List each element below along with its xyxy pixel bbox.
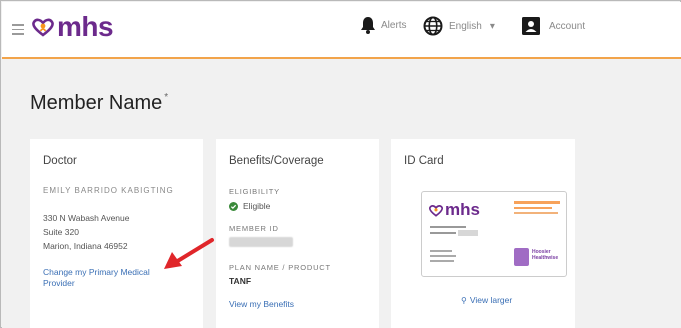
card-detail-line	[514, 201, 560, 204]
member-id-redacted	[229, 237, 293, 247]
address-line-3: Marion, Indiana 46952	[43, 241, 128, 251]
change-primary-provider-link[interactable]: Change my Primary Medical Provider	[43, 267, 168, 289]
doctor-address: 330 N Wabash Avenue Suite 320 Marion, In…	[43, 211, 129, 253]
benefits-card-title: Benefits/Coverage	[229, 155, 324, 167]
plan-name-label: PLAN NAME / PRODUCT	[229, 263, 331, 272]
mhs-logo[interactable]: mhs	[31, 11, 114, 42]
card-detail-line	[430, 226, 466, 228]
doctor-name: EMILY BARRIDO KABIGTING	[43, 186, 174, 195]
view-larger-button[interactable]: ⚲ View larger	[461, 295, 512, 306]
check-circle-icon	[229, 201, 238, 211]
card-detail-line	[430, 232, 456, 234]
address-line-2: Suite 320	[43, 227, 79, 237]
hoosier-healthwise-badge-icon	[514, 248, 529, 266]
card-program-name: Hoosier Healthwise	[532, 249, 558, 261]
mhs-heart-logo-icon	[32, 18, 54, 37]
eligibility-label: ELIGIBILITY	[229, 187, 280, 196]
card-detail-line	[430, 255, 456, 257]
hamburger-menu-icon[interactable]	[12, 24, 24, 35]
account-button[interactable]: Account	[521, 16, 585, 36]
card-detail-line	[430, 260, 454, 262]
eligibility-value: Eligible	[243, 201, 271, 211]
account-label: Account	[549, 20, 586, 32]
alerts-label: Alerts	[381, 19, 407, 31]
account-icon	[522, 17, 540, 35]
id-card-logo-text: mhs	[445, 200, 480, 219]
card-detail-line	[430, 250, 452, 252]
id-card-panel: ID Card mhs Hoosier Healthwise ⚲ View la…	[391, 139, 575, 328]
address-line-1: 330 N Wabash Avenue	[43, 213, 130, 223]
mhs-heart-logo-icon	[428, 204, 444, 217]
card-detail-line	[514, 207, 552, 209]
doctor-card-title: Doctor	[43, 155, 77, 167]
card-program-line-2: Healthwise	[532, 255, 559, 261]
card-redacted-block	[458, 230, 478, 236]
member-name-text: Member Name	[30, 92, 163, 114]
title-marker: *	[164, 92, 169, 103]
view-benefits-link[interactable]: View my Benefits	[229, 299, 294, 310]
chevron-down-icon: ▾	[489, 20, 495, 32]
logo-text: mhs	[57, 11, 114, 42]
plan-name-value: TANF	[229, 276, 252, 286]
alerts-button[interactable]: Alerts	[360, 16, 407, 34]
view-larger-label: View larger	[469, 295, 513, 305]
page-title: Member Name *	[30, 92, 168, 115]
benefits-card: Benefits/Coverage ELIGIBILITY Eligible M…	[216, 139, 379, 328]
language-selector[interactable]: English ▾	[423, 16, 495, 36]
red-arrow-annotation	[164, 238, 214, 269]
language-label: English	[449, 20, 482, 32]
doctor-card: Doctor EMILY BARRIDO KABIGTING 330 N Wab…	[30, 139, 214, 328]
eligibility-status: Eligible	[229, 199, 270, 213]
bell-icon	[361, 17, 375, 34]
globe-icon	[423, 16, 443, 36]
app-frame: mhs Alerts English ▾ Account Member Name…	[0, 0, 681, 328]
id-card-logo: mhs	[428, 200, 480, 220]
id-card-thumbnail[interactable]: mhs Hoosier Healthwise	[421, 191, 567, 277]
id-card-title: ID Card	[404, 155, 444, 167]
card-detail-line	[514, 212, 558, 214]
top-header: mhs Alerts English ▾ Account	[2, 2, 681, 57]
zoom-icon: ⚲	[461, 296, 467, 305]
main-content: Member Name * Doctor EMILY BARRIDO KABIGT…	[2, 59, 681, 328]
member-id-label: MEMBER ID	[229, 224, 279, 233]
